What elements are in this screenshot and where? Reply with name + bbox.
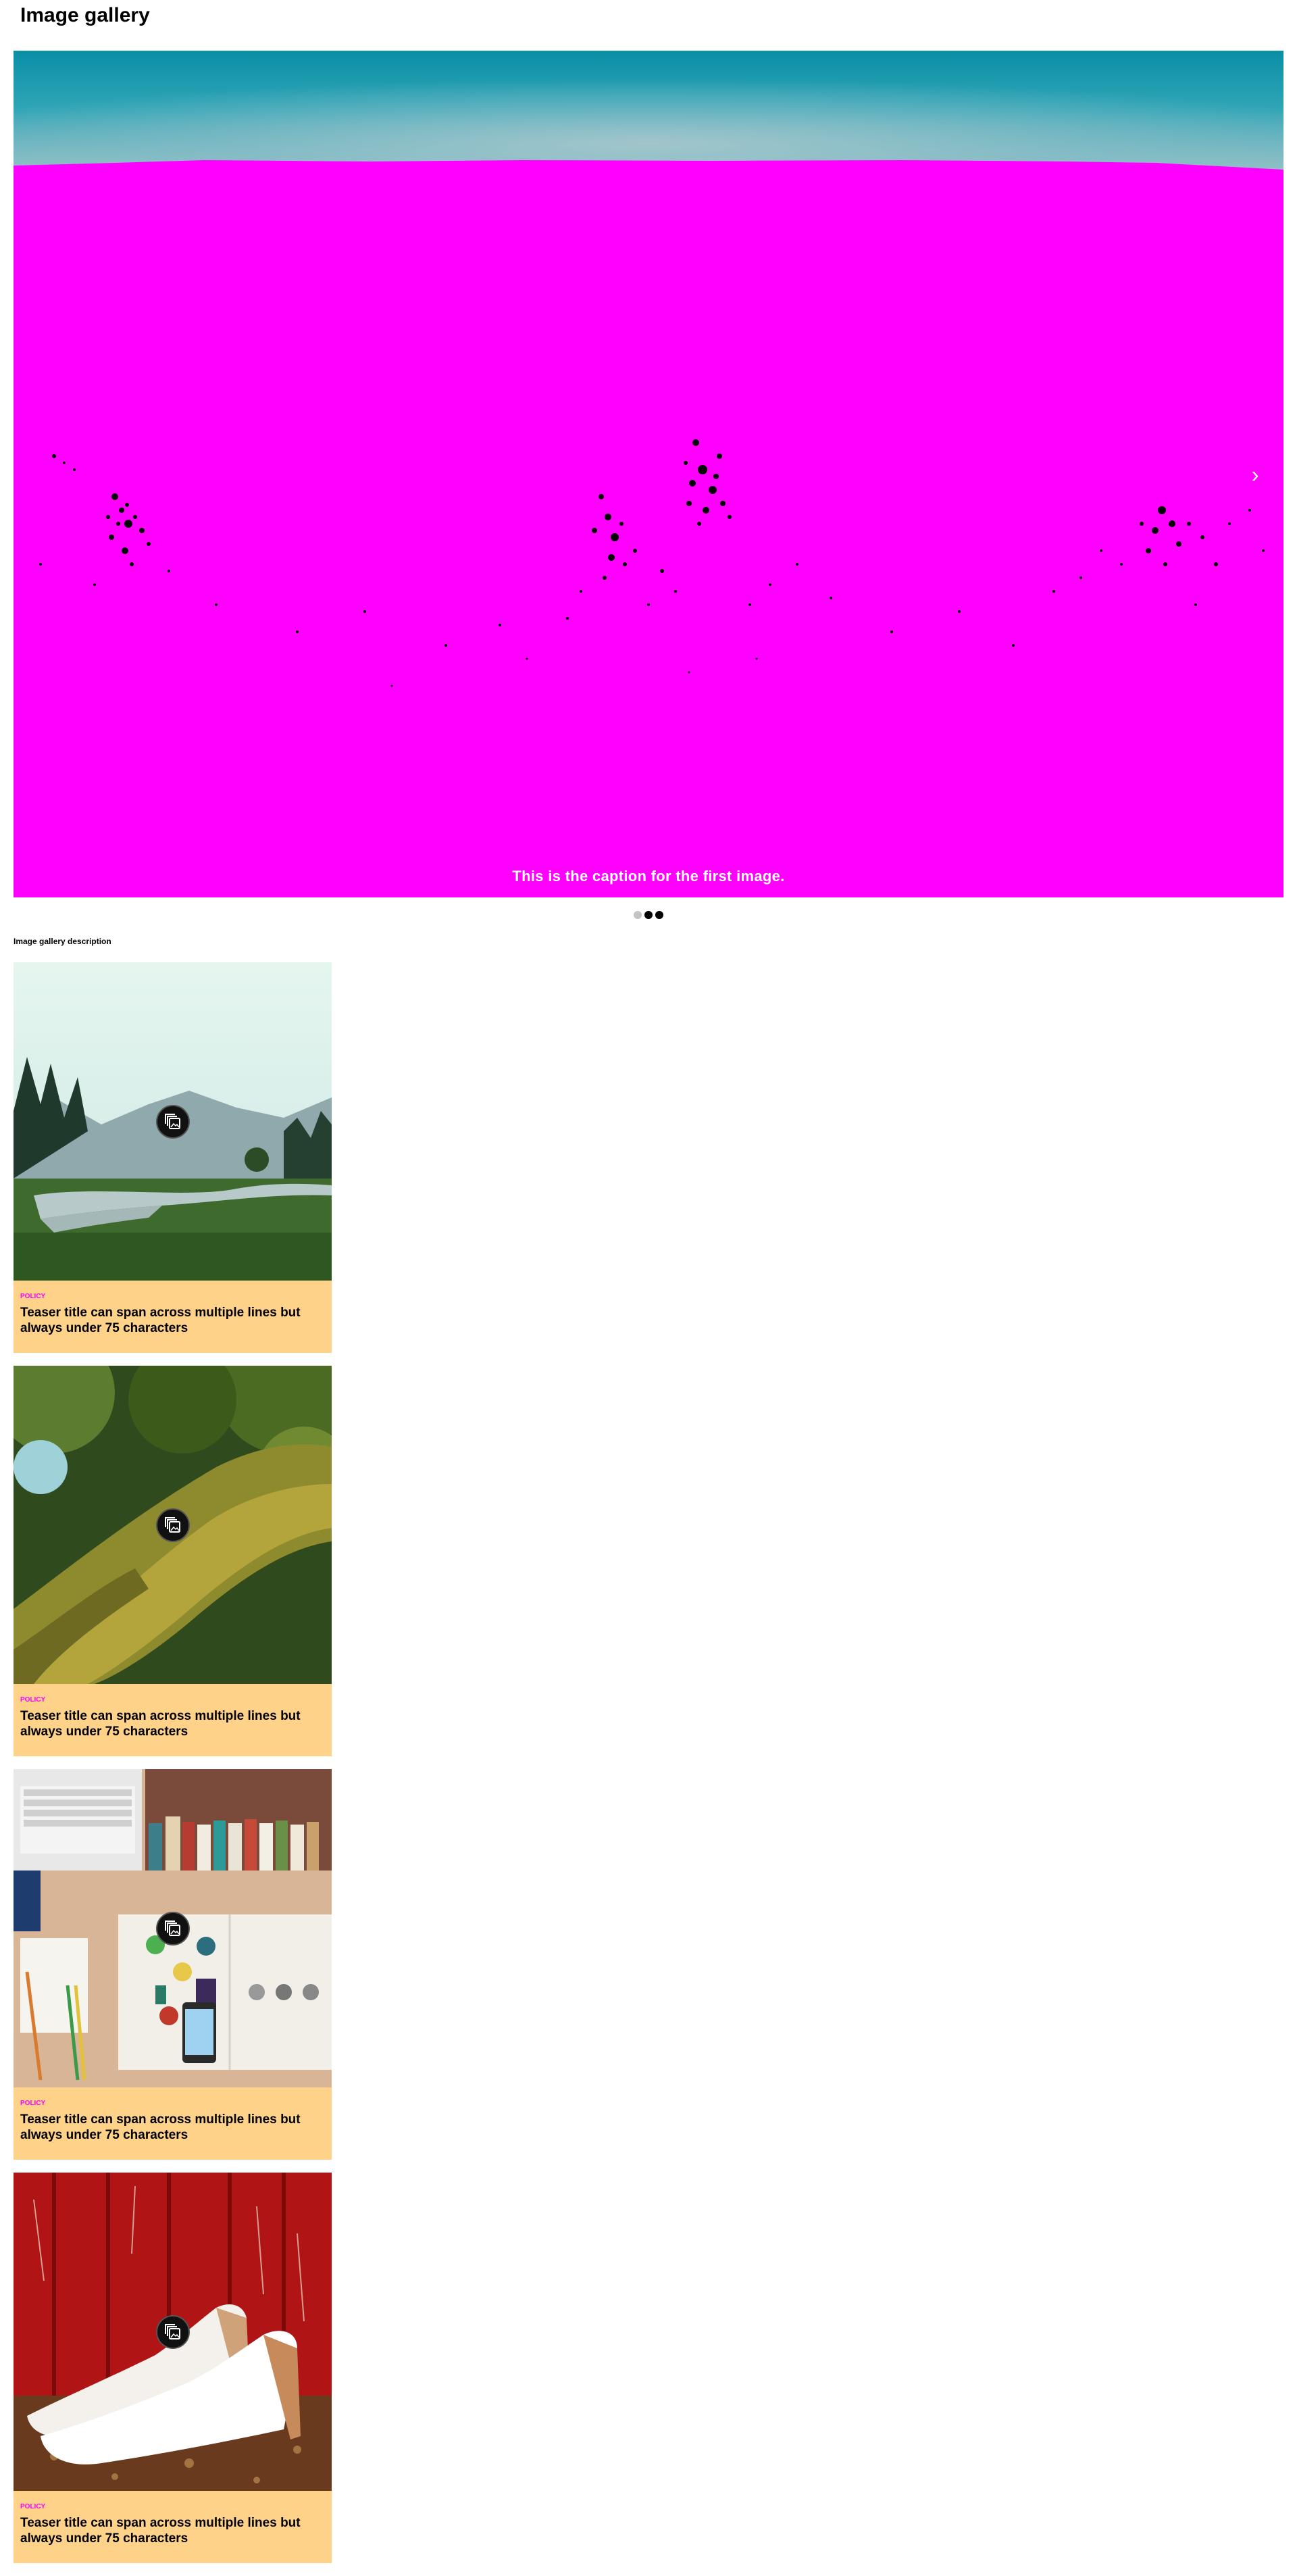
teaser-title[interactable]: Teaser title can span across multiple li… — [20, 1305, 325, 1336]
teaser-title[interactable]: Teaser title can span across multiple li… — [20, 2112, 325, 2143]
teaser-body: POLICY Teaser title can span across mult… — [14, 1684, 332, 1756]
gallery-icon — [156, 1508, 190, 1542]
page-title: Image gallery — [20, 4, 150, 26]
carousel-next-button[interactable]: › — [1242, 462, 1269, 489]
teaser-card[interactable]: POLICY Teaser title can span across mult… — [14, 2173, 332, 2563]
gallery-icon — [156, 1105, 190, 1139]
teaser-image-river-valley — [14, 962, 332, 1281]
carousel-caption: This is the caption for the first image. — [512, 868, 785, 885]
gallery-icon — [156, 1912, 190, 1946]
carousel-pagination — [0, 911, 1297, 922]
carousel-dot-1[interactable] — [634, 911, 642, 919]
teaser-list: POLICY Teaser title can span across mult… — [14, 962, 332, 2576]
teaser-card[interactable]: POLICY Teaser title can span across mult… — [14, 962, 332, 1353]
teaser-title[interactable]: Teaser title can span across multiple li… — [20, 2515, 325, 2546]
teaser-card[interactable]: POLICY Teaser title can span across mult… — [14, 1366, 332, 1756]
carousel-image-speckles — [39, 439, 1265, 687]
carousel-dot-3[interactable] — [655, 911, 663, 919]
teaser-category[interactable]: POLICY — [20, 2100, 325, 2108]
teaser-image-mossy-trunk — [14, 1366, 332, 1684]
teaser-body: POLICY Teaser title can span across mult… — [14, 2491, 332, 2563]
teaser-category[interactable]: POLICY — [20, 2503, 325, 2511]
teaser-image-shoes — [14, 2173, 332, 2491]
teaser-category[interactable]: POLICY — [20, 1293, 325, 1301]
carousel-dot-2[interactable] — [644, 911, 653, 919]
chevron-right-icon: › — [1251, 462, 1259, 488]
gallery-icon — [156, 2315, 190, 2349]
teaser-category[interactable]: POLICY — [20, 1696, 325, 1704]
teaser-image-desk — [14, 1769, 332, 2087]
gallery-description: Image gallery description — [14, 937, 111, 946]
teaser-card[interactable]: POLICY Teaser title can span across mult… — [14, 1769, 332, 2160]
teaser-title[interactable]: Teaser title can span across multiple li… — [20, 1708, 325, 1739]
image-carousel[interactable]: › This is the caption for the first imag… — [14, 51, 1283, 897]
teaser-body: POLICY Teaser title can span across mult… — [14, 1281, 332, 1353]
teaser-body: POLICY Teaser title can span across mult… — [14, 2087, 332, 2160]
